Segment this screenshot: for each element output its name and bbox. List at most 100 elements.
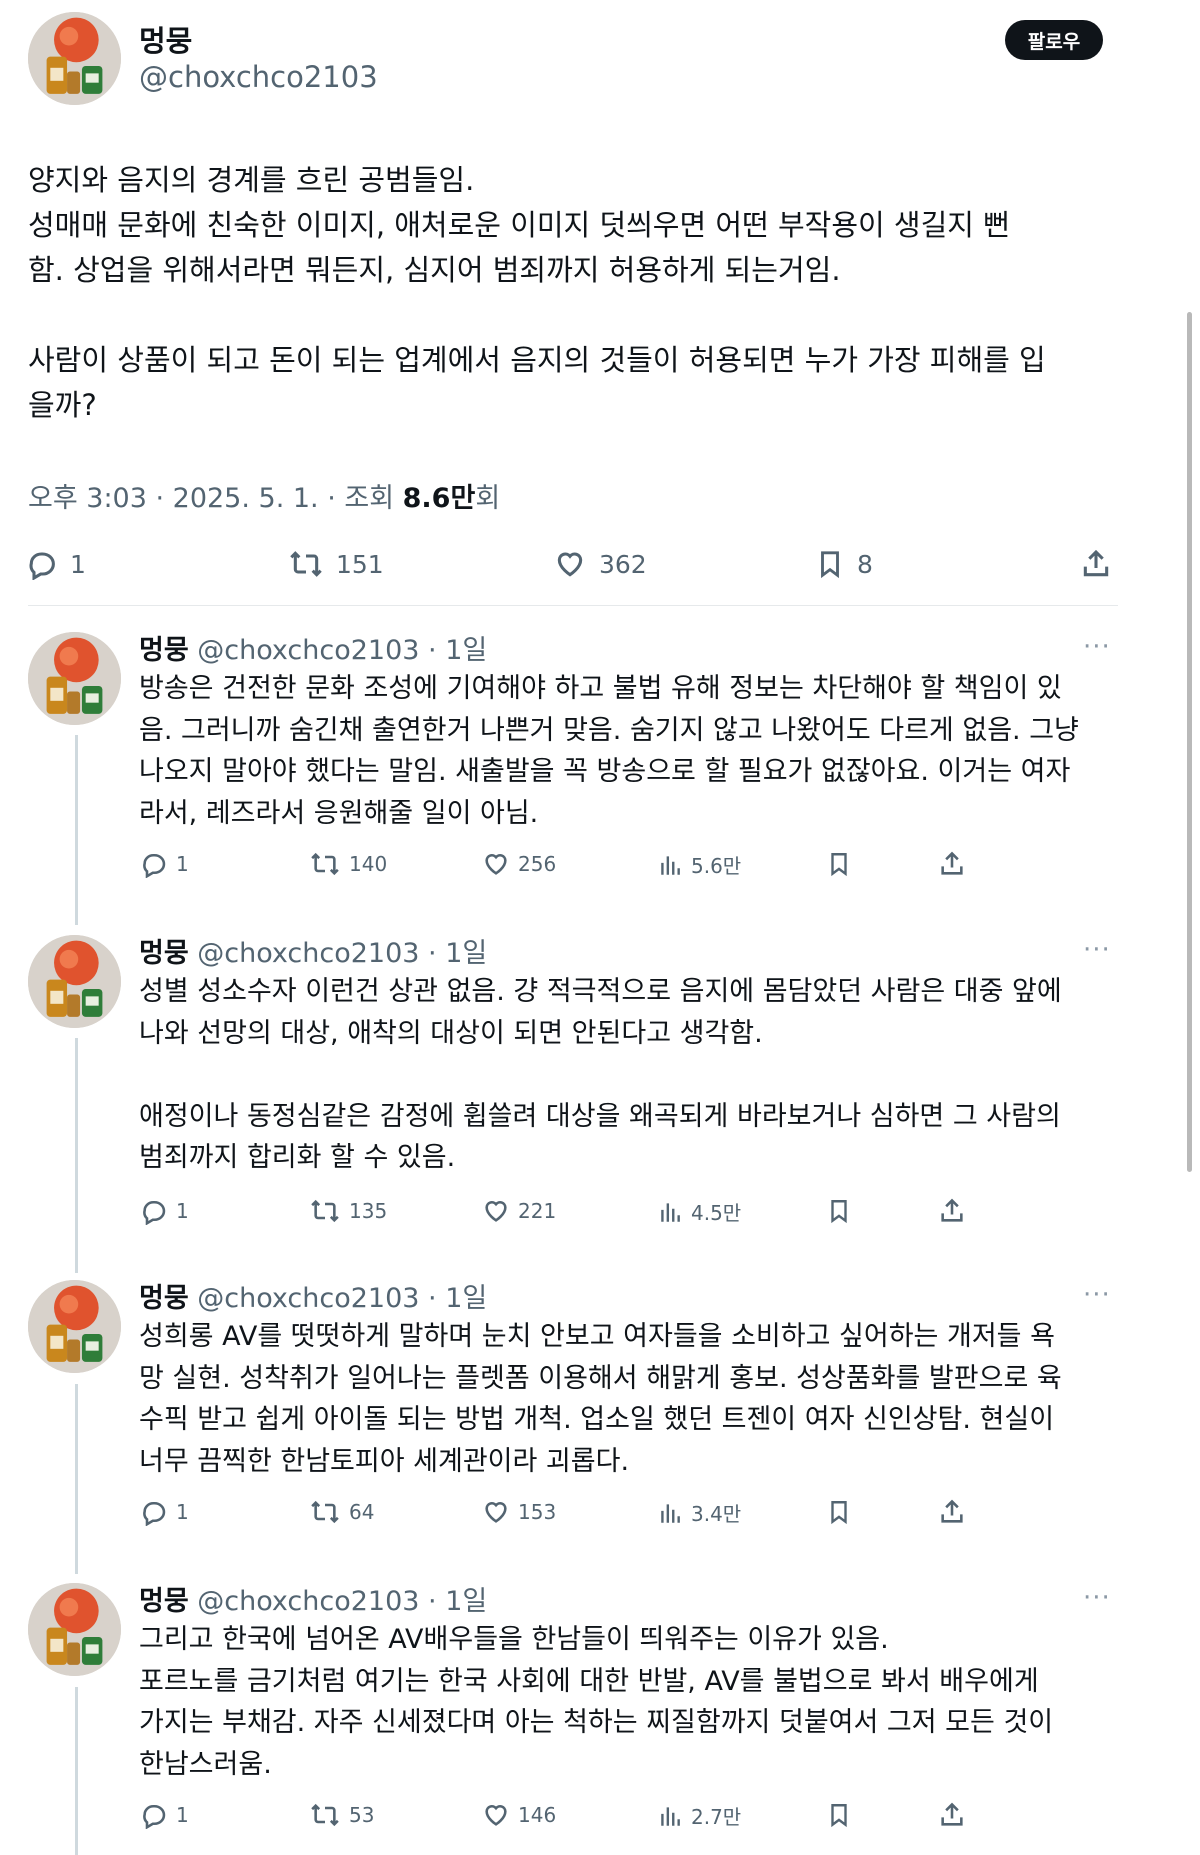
avatar[interactable] xyxy=(28,12,121,105)
repost-count: 64 xyxy=(349,1500,375,1524)
reply-tweet[interactable]: 멍뭉 @choxchco2103 · 1일 ··· 방송은 건전한 문화 조성에… xyxy=(0,628,1200,888)
reply-button[interactable]: 1 xyxy=(140,850,189,878)
repost-count: 135 xyxy=(349,1199,388,1223)
repost-button[interactable]: 140 xyxy=(309,850,387,878)
reply-button[interactable]: 1 xyxy=(140,1197,189,1225)
like-count: 362 xyxy=(599,549,647,579)
post-timestamp[interactable]: 오후 3:03 · 2025. 5. 1. · 조회 xyxy=(28,483,403,514)
reply-count: 1 xyxy=(176,1199,189,1223)
divider xyxy=(28,605,1118,606)
views-button[interactable]: 4.5만 xyxy=(657,1197,741,1226)
more-options-icon[interactable]: ··· xyxy=(1083,935,1111,965)
bookmark-icon xyxy=(831,853,847,877)
reply-author-name[interactable]: 멍뭉 xyxy=(139,1586,189,1617)
repost-count: 53 xyxy=(349,1803,375,1827)
like-button[interactable]: 256 xyxy=(482,850,556,878)
share-icon xyxy=(941,1499,963,1523)
bookmark-icon xyxy=(821,551,839,579)
bookmark-button[interactable] xyxy=(826,1801,852,1829)
author-handle[interactable]: @choxchco2103 xyxy=(139,60,378,94)
more-options-icon[interactable]: ··· xyxy=(1083,1280,1111,1310)
reply-text-line: 성별 성소수자 이런건 상관 없음. 걍 적극적으로 음지에 몸담았던 사람은 … xyxy=(139,976,1062,1007)
reply-author-name[interactable]: 멍뭉 xyxy=(139,635,189,666)
reply-button[interactable]: 1 xyxy=(140,1498,189,1526)
share-button[interactable] xyxy=(938,1801,966,1829)
reply-handle-time[interactable]: @choxchco2103 · 1일 xyxy=(197,938,487,969)
like-count: 221 xyxy=(518,1199,557,1223)
reply-author-name[interactable]: 멍뭉 xyxy=(139,938,189,969)
repost-icon xyxy=(311,852,339,876)
bookmark-icon xyxy=(831,1501,847,1525)
follow-button[interactable]: 팔로우 xyxy=(1005,20,1103,60)
post-text-line: 함. 상업을 위해서라면 뭐든지, 심지어 범죄까지 허용하게 되는거임. xyxy=(28,253,841,287)
reply-action-bar: 1 135 221 4.5만 xyxy=(0,1195,1200,1229)
reply-icon xyxy=(29,552,55,580)
reply-button[interactable]: 1 xyxy=(26,548,86,580)
reply-handle-time[interactable]: @choxchco2103 · 1일 xyxy=(197,1586,487,1617)
reply-icon xyxy=(143,1501,166,1526)
share-button[interactable] xyxy=(938,850,966,878)
analytics-icon xyxy=(661,1806,680,1826)
reply-text-line: 수픽 받고 쉽게 아이돌 되는 방법 개척. 업소일 했던 트젠이 여자 신인상… xyxy=(139,1404,1055,1435)
reply-action-bar: 1 140 256 5.6만 xyxy=(0,848,1200,882)
bookmark-icon xyxy=(831,1200,847,1224)
more-options-icon[interactable]: ··· xyxy=(1083,1583,1111,1613)
reply-tweet[interactable]: 멍뭉 @choxchco2103 · 1일 ··· 성희롱 AV를 떳떳하게 말… xyxy=(0,1276,1200,1536)
reply-text-line: 성희롱 AV를 떳떳하게 말하며 눈치 안보고 여자들을 소비하고 싶어하는 개… xyxy=(139,1321,1055,1352)
reply-button[interactable]: 1 xyxy=(140,1801,189,1829)
like-button[interactable]: 362 xyxy=(553,548,647,580)
repost-button[interactable]: 53 xyxy=(309,1801,374,1829)
post-action-bar: 1 151 362 8 xyxy=(0,542,1130,588)
like-button[interactable]: 153 xyxy=(482,1498,556,1526)
reply-count: 1 xyxy=(176,1803,189,1827)
reply-text: 그리고 한국에 넘어온 AV배우들을 한남들이 띄워주는 이유가 있음. 포르노… xyxy=(139,1619,1119,1785)
view-count: 2.7만 xyxy=(691,1805,742,1829)
views-button[interactable]: 2.7만 xyxy=(657,1801,741,1830)
reply-author-name[interactable]: 멍뭉 xyxy=(139,1283,189,1314)
reply-text-line: 음. 그러니까 숨긴채 출연한거 나쁜거 맞음. 숨기지 않고 나왔어도 다르게… xyxy=(139,714,1079,746)
reply-tweet[interactable]: 멍뭉 @choxchco2103 · 1일 ··· 성별 성소수자 이런건 상관… xyxy=(0,931,1200,1231)
reply-text-line: 망 실현. 성착취가 일어나는 플렛폼 이용해서 해맑게 홍보. 성상품화를 발… xyxy=(139,1362,1062,1394)
repost-icon xyxy=(311,1500,339,1524)
repost-icon xyxy=(290,551,322,577)
repost-count: 151 xyxy=(336,549,384,579)
share-icon xyxy=(941,1198,963,1222)
view-count: 5.6만 xyxy=(691,854,742,878)
views-button[interactable]: 5.6만 xyxy=(657,850,741,879)
scrollbar[interactable] xyxy=(1187,312,1192,1172)
bookmark-button[interactable] xyxy=(826,1197,852,1225)
like-button[interactable]: 221 xyxy=(482,1197,556,1225)
share-button[interactable] xyxy=(1080,548,1112,580)
reply-handle-time[interactable]: @choxchco2103 · 1일 xyxy=(197,1283,487,1314)
like-button[interactable]: 146 xyxy=(482,1801,556,1829)
reply-icon xyxy=(143,1200,166,1225)
more-options-icon[interactable]: ··· xyxy=(1083,632,1111,662)
views-button[interactable]: 3.4만 xyxy=(657,1498,741,1527)
bookmark-button[interactable]: 8 xyxy=(815,548,873,580)
repost-button[interactable]: 64 xyxy=(309,1498,374,1526)
reply-text: 성희롱 AV를 떳떳하게 말하며 눈치 안보고 여자들을 소비하고 싶어하는 개… xyxy=(139,1316,1119,1482)
author-name[interactable]: 멍뭉 xyxy=(139,18,192,60)
analytics-icon xyxy=(661,1202,680,1222)
bookmark-button[interactable] xyxy=(826,850,852,878)
share-button[interactable] xyxy=(938,1498,966,1526)
post-text-line: 성매매 문화에 친숙한 이미지, 애처로운 이미지 덧씌우면 어떤 부작용이 생… xyxy=(28,208,1010,242)
share-button[interactable] xyxy=(938,1197,966,1225)
view-count: 4.5만 xyxy=(691,1201,742,1225)
reply-tweet[interactable]: 멍뭉 @choxchco2103 · 1일 ··· 그리고 한국에 넘어온 AV… xyxy=(0,1579,1200,1849)
reply-handle-time[interactable]: @choxchco2103 · 1일 xyxy=(197,635,487,666)
reply-header: 멍뭉 @choxchco2103 · 1일 xyxy=(139,628,487,667)
reply-text-line: 방송은 건전한 문화 조성에 기여해야 하고 불법 유해 정보는 차단해야 할 … xyxy=(139,673,1062,704)
reply-text-line: 나와 선망의 대상, 애착의 대상이 되면 안된다고 생각함. xyxy=(139,1017,763,1049)
reply-action-bar: 1 53 146 2.7만 xyxy=(0,1799,1200,1833)
repost-button[interactable]: 135 xyxy=(309,1197,387,1225)
reply-text-line: 포르노를 금기처럼 여기는 한국 사회에 대한 반발, AV를 불법으로 봐서 … xyxy=(139,1665,1039,1697)
bookmark-button[interactable] xyxy=(826,1498,852,1526)
analytics-icon xyxy=(661,1503,680,1523)
repost-button[interactable]: 151 xyxy=(288,548,384,580)
reply-action-bar: 1 64 153 3.4만 xyxy=(0,1496,1200,1530)
view-count: 3.4만 xyxy=(691,1502,742,1526)
heart-icon xyxy=(485,854,507,875)
reply-header: 멍뭉 @choxchco2103 · 1일 xyxy=(139,1276,487,1315)
avatar-image xyxy=(28,12,121,105)
